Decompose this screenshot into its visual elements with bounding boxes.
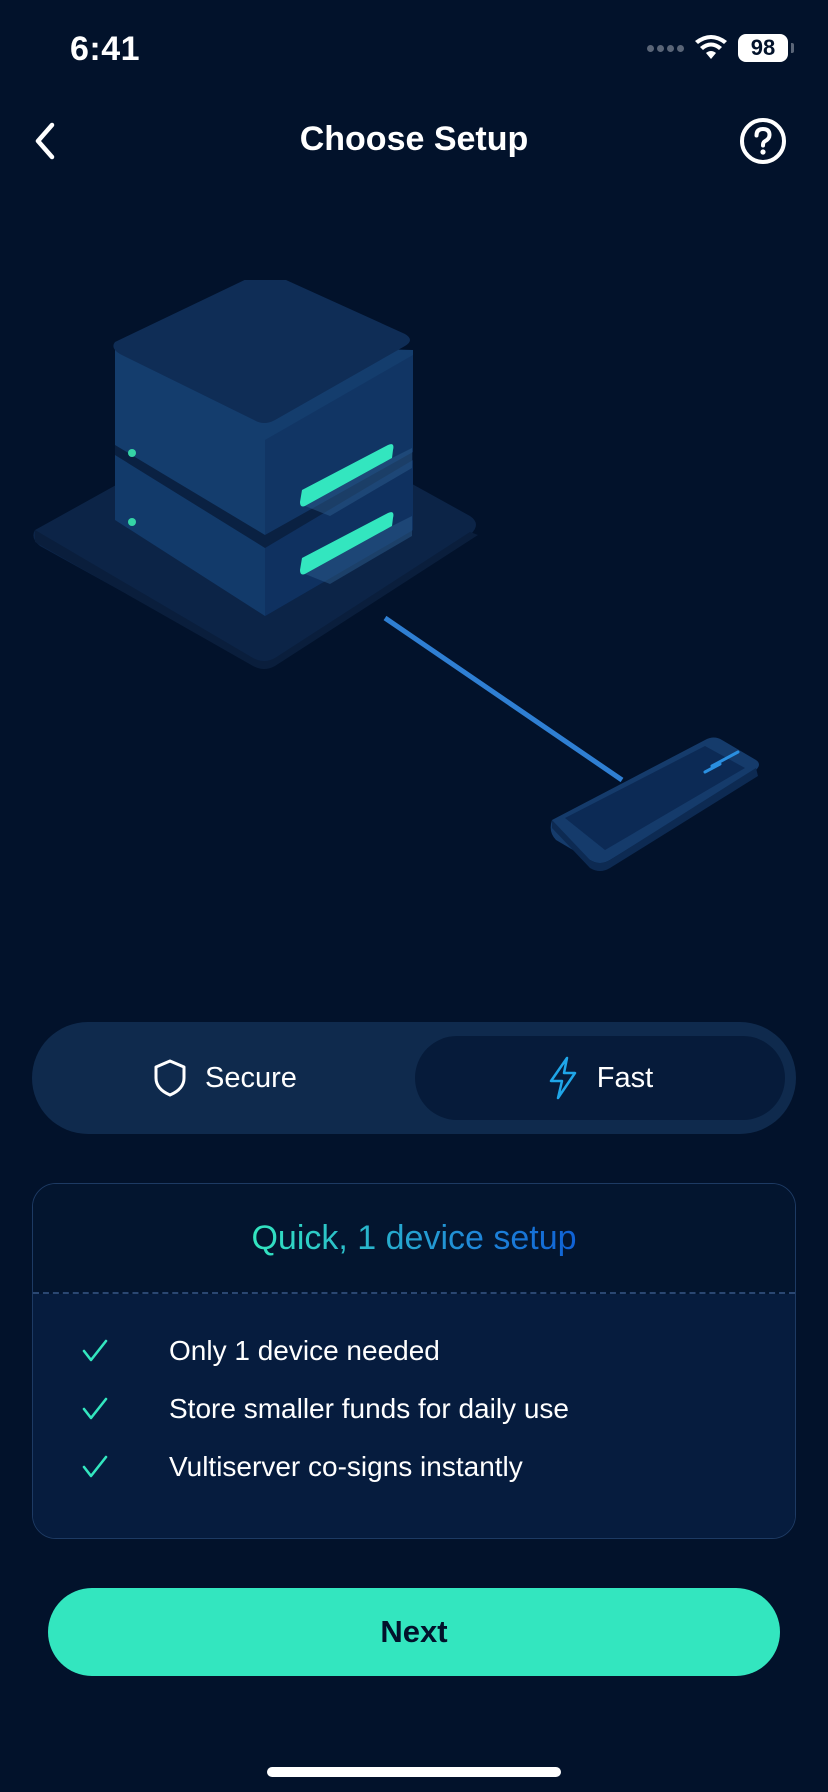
shield-icon xyxy=(154,1059,186,1097)
status-icons: 98 xyxy=(647,34,794,62)
check-icon xyxy=(81,1396,125,1422)
connection-cable xyxy=(383,615,624,783)
feature-text: Only 1 device needed xyxy=(169,1335,440,1366)
feature-list: Only 1 device needed Store smaller funds… xyxy=(33,1294,795,1538)
card-title: Quick, 1 device setup xyxy=(251,1218,577,1257)
fast-option[interactable]: Fast xyxy=(415,1036,785,1120)
battery-indicator: 98 xyxy=(738,34,794,62)
server-illustration xyxy=(33,280,478,669)
phone-illustration xyxy=(550,737,759,871)
question-circle-icon xyxy=(740,118,786,164)
help-button[interactable] xyxy=(738,116,788,166)
lightning-icon xyxy=(549,1056,577,1100)
setup-info-card: Quick, 1 device setup Only 1 device need… xyxy=(32,1183,796,1539)
status-bar: 6:41 98 xyxy=(0,0,828,100)
feature-item: Only 1 device needed xyxy=(33,1322,795,1380)
secure-option-label: Secure xyxy=(205,1061,297,1094)
setup-illustration xyxy=(33,280,759,871)
home-indicator xyxy=(267,1767,561,1777)
page-title: Choose Setup xyxy=(299,120,529,158)
feature-text: Vultiserver co-signs instantly xyxy=(169,1451,523,1482)
feature-item: Vultiserver co-signs instantly xyxy=(33,1438,795,1496)
status-time: 6:41 xyxy=(70,30,141,68)
feature-text: Store smaller funds for daily use xyxy=(169,1393,569,1424)
fast-option-label: Fast xyxy=(596,1061,654,1094)
card-header: Quick, 1 device setup xyxy=(33,1184,795,1294)
nav-bar: Choose Setup xyxy=(0,100,828,182)
next-button[interactable]: Next xyxy=(48,1588,780,1676)
feature-item: Store smaller funds for daily use xyxy=(33,1380,795,1438)
check-icon xyxy=(81,1338,125,1364)
wifi-icon xyxy=(695,35,727,59)
setup-mode-toggle: Secure Fast xyxy=(32,1022,796,1134)
check-icon xyxy=(81,1454,125,1480)
secure-option[interactable]: Secure xyxy=(40,1036,410,1120)
cellular-signal-icon xyxy=(647,44,684,52)
